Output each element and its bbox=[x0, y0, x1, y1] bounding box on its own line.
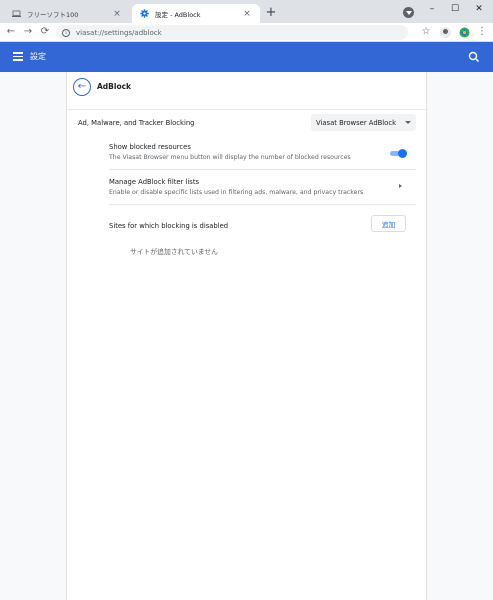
address-bar[interactable]: i viasat://settings/adblock bbox=[56, 25, 408, 40]
toggle-knob bbox=[398, 149, 407, 158]
hamburger-menu-icon[interactable] bbox=[13, 52, 23, 61]
tab-freesoft[interactable]: フリーソフト100 × bbox=[4, 4, 130, 23]
show-blocked-title: Show blocked resources bbox=[109, 143, 191, 151]
laptop-icon bbox=[12, 9, 21, 18]
maximize-button[interactable]: ☐ bbox=[447, 2, 463, 16]
show-blocked-toggle[interactable] bbox=[390, 149, 407, 158]
close-window-button[interactable]: ✕ bbox=[471, 2, 487, 16]
adblock-settings-card: ← AdBlock Ad, Malware, and Tracker Block… bbox=[66, 72, 428, 600]
tab-search-button[interactable] bbox=[403, 7, 414, 18]
divider bbox=[109, 204, 416, 205]
tab-title: 設定 - AdBlock bbox=[155, 10, 201, 19]
blocking-label: Ad, Malware, and Tracker Blocking bbox=[78, 119, 195, 127]
empty-list-message: サイトが追加されていません bbox=[130, 248, 218, 256]
reload-icon[interactable]: ⟳ bbox=[39, 26, 51, 38]
forward-arrow-icon[interactable]: → bbox=[22, 26, 34, 38]
tab-title: フリーソフト100 bbox=[27, 10, 79, 19]
add-site-button[interactable]: 追加 bbox=[371, 215, 406, 232]
divider bbox=[67, 109, 428, 110]
show-blocked-subtitle: The Viasat Browser menu button will disp… bbox=[109, 154, 351, 161]
divider bbox=[109, 169, 416, 170]
tab-strip: フリーソフト100 × 設定 - AdBlock × + – ☐ ✕ bbox=[0, 0, 493, 23]
blocking-mode-value: Viasat Browser AdBlock bbox=[316, 118, 397, 127]
browser-toolbar: ← → ⟳ i viasat://settings/adblock ☆ ⋮ bbox=[0, 23, 493, 42]
page-title: AdBlock bbox=[97, 82, 132, 91]
menu-dots-icon[interactable]: ⋮ bbox=[476, 26, 488, 38]
new-tab-button[interactable]: + bbox=[264, 6, 278, 20]
back-arrow-icon[interactable]: ← bbox=[5, 26, 17, 38]
gear-icon bbox=[140, 9, 149, 18]
info-icon[interactable]: i bbox=[62, 28, 70, 37]
filter-lists-subtitle: Enable or disable specific lists used in… bbox=[109, 189, 364, 196]
chevron-right-icon[interactable] bbox=[399, 184, 402, 188]
bookmark-star-icon[interactable]: ☆ bbox=[420, 26, 432, 38]
exceptions-title: Sites for which blocking is disabled bbox=[109, 222, 229, 230]
dropdown-arrow-icon bbox=[405, 121, 411, 124]
close-tab-icon[interactable]: × bbox=[242, 9, 252, 19]
blocking-mode-select[interactable]: Viasat Browser AdBlock bbox=[311, 114, 416, 131]
back-button[interactable]: ← bbox=[73, 78, 91, 96]
settings-header: 設定 bbox=[0, 42, 493, 72]
back-arrow-icon: ← bbox=[77, 81, 87, 92]
extension-icon[interactable] bbox=[459, 27, 470, 38]
tab-settings-adblock[interactable]: 設定 - AdBlock × bbox=[132, 4, 260, 23]
settings-title: 設定 bbox=[30, 52, 46, 61]
profile-avatar[interactable] bbox=[440, 27, 451, 38]
close-tab-icon[interactable]: × bbox=[112, 9, 122, 19]
search-icon[interactable] bbox=[468, 51, 480, 63]
url-text: viasat://settings/adblock bbox=[76, 28, 162, 37]
minimize-button[interactable]: – bbox=[424, 2, 440, 16]
filter-lists-title[interactable]: Manage AdBlock filter lists bbox=[109, 178, 199, 186]
